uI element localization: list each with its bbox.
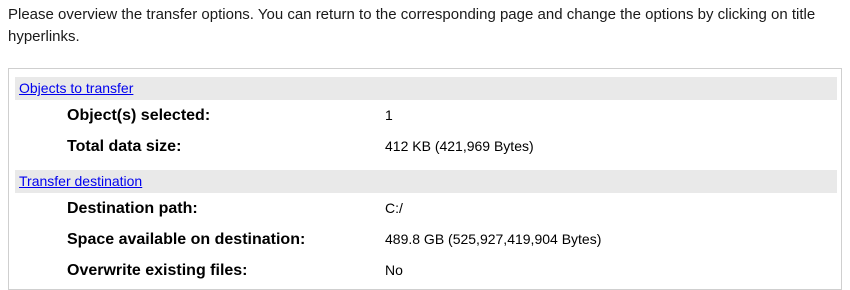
section-header-objects: Objects to transfer (15, 76, 837, 100)
overwrite-files-value: No (385, 262, 403, 278)
summary-row-total-size: Total data size: 412 KB (421,969 Bytes) (15, 131, 837, 162)
space-available-value: 489.8 GB (525,927,419,904 Bytes) (385, 231, 602, 247)
summary-row-space-available: Space available on destination: 489.8 GB… (15, 224, 837, 255)
objects-selected-label: Object(s) selected: (67, 107, 211, 124)
overwrite-files-label: Overwrite existing files: (67, 262, 248, 279)
instructions-text: Please overview the transfer options. Yo… (8, 6, 816, 45)
transfer-destination-link[interactable]: Transfer destination (19, 173, 142, 190)
total-data-size-label: Total data size: (67, 138, 182, 155)
objects-selected-value: 1 (385, 107, 393, 123)
objects-to-transfer-link[interactable]: Objects to transfer (19, 80, 133, 97)
section-header-destination: Transfer destination (15, 169, 837, 193)
destination-path-label: Destination path: (67, 200, 198, 217)
transfer-summary-panel: Objects to transfer Object(s) selected: … (8, 68, 842, 290)
total-data-size-value: 412 KB (421,969 Bytes) (385, 138, 534, 154)
space-available-label: Space available on destination: (67, 231, 306, 248)
summary-row-destination-path: Destination path: C:/ (15, 193, 837, 224)
summary-row-overwrite: Overwrite existing files: No (15, 255, 837, 286)
destination-path-value: C:/ (385, 200, 403, 216)
summary-row-objects-selected: Object(s) selected: 1 (15, 100, 837, 131)
